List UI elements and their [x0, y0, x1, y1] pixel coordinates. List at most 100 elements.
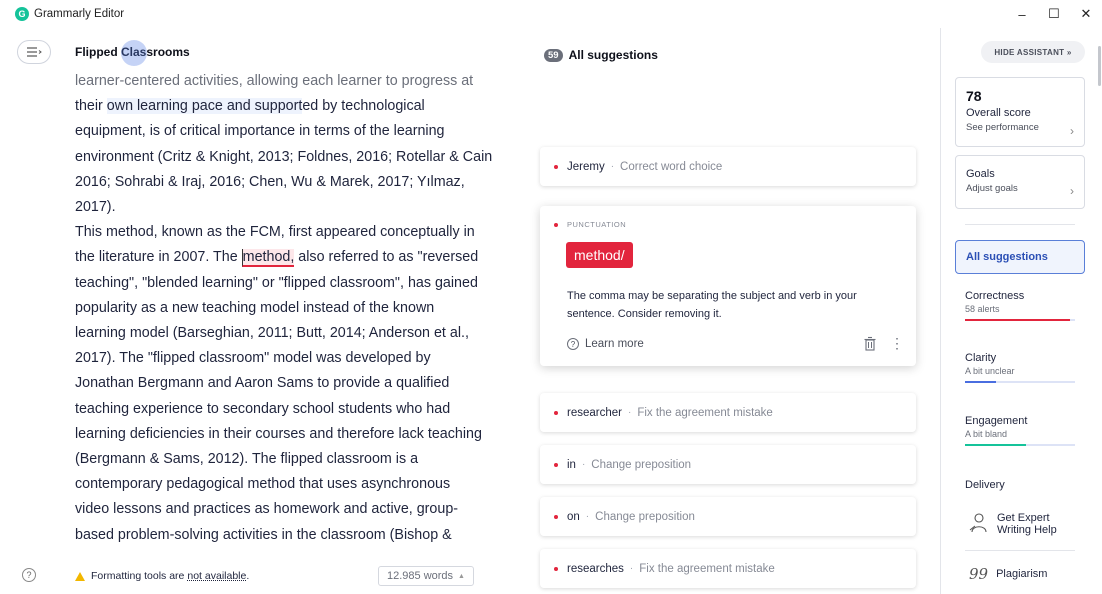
suggestion-word: researcher [567, 406, 622, 419]
scrollbar[interactable] [1096, 28, 1102, 594]
progress-fill [965, 319, 1070, 321]
suggestion-card[interactable]: Jeremy · Correct word choice [540, 147, 916, 186]
plagiarism-label: Plagiarism [996, 568, 1048, 580]
alert-dot-icon [554, 514, 558, 519]
formatting-warning-text: Formatting tools are [91, 570, 185, 582]
close-button[interactable]: ✕ [1070, 0, 1102, 28]
suggestions-count-badge: 59 [544, 48, 563, 62]
formatting-warning: Formatting tools are not available. [75, 570, 249, 582]
text-span: ed by technological [302, 98, 425, 115]
doc-line: equipment, is of critical importance in … [75, 123, 445, 140]
quote-icon: 99 [969, 565, 989, 583]
separator: · [581, 459, 586, 470]
document-menu-button[interactable] [17, 40, 51, 64]
clarity-category[interactable]: Clarity A bit unclear [965, 352, 1075, 383]
doc-line: video lessons and practices as homework … [75, 501, 459, 518]
plagiarism-button[interactable]: 99 Plagiarism [969, 565, 1047, 583]
grammarly-window: G Grammarly Editor – ☐ ✕ Flipped Classro… [0, 0, 1102, 594]
not-available-link[interactable]: not available [187, 570, 246, 582]
doc-line: popularity as a new teaching model inste… [75, 299, 435, 316]
expanded-suggestion-card[interactable]: PUNCTUATION method/ The comma may be sep… [540, 206, 916, 366]
mouse-cursor-indicator [121, 40, 147, 66]
category-progress-bar [965, 381, 1075, 383]
doc-line: This method, known as the FCM, first app… [75, 224, 475, 241]
separator: · [585, 511, 590, 522]
more-options-icon[interactable]: ⋮ [890, 336, 904, 352]
doc-line: 2017). The "flipped classroom" model was… [75, 350, 431, 367]
category-label: PUNCTUATION [567, 220, 627, 229]
error-highlight[interactable]: method, [241, 249, 295, 268]
app-title: Grammarly Editor [34, 8, 125, 20]
chevron-right-icon: › [1070, 184, 1074, 198]
scrollbar-thumb[interactable] [1098, 46, 1101, 86]
suggestion-card[interactable]: on · Change preposition [540, 497, 916, 536]
window-controls: – ☐ ✕ [1006, 0, 1102, 28]
doc-line: teaching experience to secondary school … [75, 400, 451, 417]
text-span: the literature in 2007. The [75, 249, 242, 266]
category-name: Correctness [965, 290, 1025, 302]
maximize-button[interactable]: ☐ [1038, 0, 1070, 28]
doc-line: (Bergmann & Sams, 2012). The flipped cla… [75, 451, 419, 468]
category-name: Clarity [965, 352, 997, 364]
all-suggestions-button[interactable]: All suggestions [955, 240, 1085, 274]
delivery-category[interactable]: Delivery [965, 479, 1005, 491]
suggestion-description: Fix the agreement mistake [639, 562, 775, 575]
suggestion-word: on [567, 510, 580, 523]
replacement-button[interactable]: method/ [566, 242, 633, 268]
separator: · [610, 161, 615, 172]
help-icon[interactable]: ? [22, 568, 36, 582]
expert-label: Get Expert Writing Help [997, 512, 1057, 536]
expert-label-line2: Writing Help [997, 524, 1057, 536]
alert-dot-icon [554, 222, 558, 227]
doc-line: Jonathan Bergmann and Aaron Sams to prov… [75, 375, 450, 392]
goals-title: Goals [966, 168, 995, 180]
suggestions-header: 59 All suggestions [544, 48, 658, 62]
highlighted-text: own learning pace and support [106, 98, 303, 115]
doc-line: learner-centered activities, allowing ea… [75, 73, 474, 89]
see-performance-link[interactable]: See performance [966, 122, 1074, 133]
suggestion-card[interactable]: in · Change preposition [540, 445, 916, 484]
suggestions-title: All suggestions [568, 48, 658, 62]
doc-line: teaching", "blended learning" or "flippe… [75, 274, 478, 291]
category-status: 58 alerts [965, 304, 1000, 314]
question-icon: ? [567, 338, 579, 350]
menu-icon [27, 47, 42, 57]
expert-label-line1: Get Expert [997, 512, 1050, 524]
suggestion-word: in [567, 458, 576, 471]
separator: · [627, 407, 632, 418]
document-body[interactable]: learner-centered activities, allowing ea… [75, 70, 515, 560]
category-name: Engagement [965, 415, 1028, 427]
engagement-category[interactable]: Engagement A bit bland [965, 415, 1075, 446]
progress-fill [965, 381, 996, 383]
goals-card[interactable]: Goals Adjust goals › [955, 155, 1085, 209]
alert-dot-icon [554, 462, 558, 467]
grammarly-logo-icon: G [15, 7, 29, 21]
suggestion-card[interactable]: researches · Fix the agreement mistake [540, 549, 916, 588]
doc-line: their own learning pace and supported by… [75, 94, 515, 119]
hide-assistant-button[interactable]: HIDE ASSISTANT » [981, 41, 1085, 63]
learn-more-label: Learn more [585, 338, 644, 350]
suggestion-category: PUNCTUATION [554, 220, 626, 229]
progress-fill [965, 444, 1026, 446]
overall-score-card[interactable]: 78 Overall score See performance › [955, 77, 1085, 147]
title-bar: G Grammarly Editor – ☐ ✕ [0, 0, 1102, 28]
suggestion-description: Change preposition [591, 458, 692, 471]
word-count-text: 12.985 words [387, 570, 454, 582]
suggestion-card[interactable]: researcher · Fix the agreement mistake [540, 393, 916, 432]
minimize-button[interactable]: – [1006, 0, 1038, 28]
word-count-button[interactable]: 12.985 words ▲ [378, 566, 474, 586]
doc-line: 2016; Sohrabi & Iraj, 2016; Chen, Wu & M… [75, 173, 465, 190]
adjust-goals-link[interactable]: Adjust goals [966, 183, 1074, 194]
divider [965, 550, 1075, 551]
get-expert-help-button[interactable]: Get Expert Writing Help [969, 512, 1057, 536]
text-span: also referred to as "reversed [294, 249, 479, 266]
alert-dot-icon [554, 164, 558, 169]
doc-line: the literature in 2007. The method, also… [75, 245, 515, 270]
trash-icon[interactable] [863, 336, 877, 352]
correctness-category[interactable]: Correctness 58 alerts [965, 290, 1075, 321]
learn-more-link[interactable]: ? Learn more [567, 338, 644, 350]
separator: · [629, 563, 634, 574]
divider [965, 224, 1075, 225]
formatting-warning-period: . [246, 570, 250, 582]
category-progress-bar [965, 444, 1075, 446]
